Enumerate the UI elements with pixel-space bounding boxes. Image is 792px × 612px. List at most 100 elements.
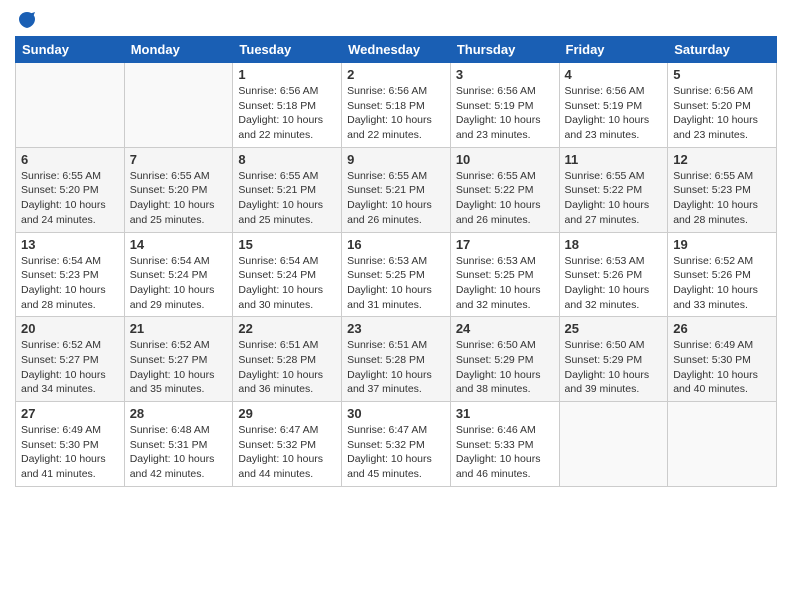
day-cell: 19 Sunrise: 6:52 AM Sunset: 5:26 PM Dayli… — [668, 232, 777, 317]
weekday-header-friday: Friday — [559, 37, 668, 63]
day-number: 13 — [21, 237, 119, 252]
day-info: Sunrise: 6:54 AM Sunset: 5:23 PM Dayligh… — [21, 254, 119, 313]
day-info: Sunrise: 6:47 AM Sunset: 5:32 PM Dayligh… — [347, 423, 445, 482]
day-number: 21 — [130, 321, 228, 336]
weekday-header-monday: Monday — [124, 37, 233, 63]
day-cell: 8 Sunrise: 6:55 AM Sunset: 5:21 PM Daylig… — [233, 147, 342, 232]
day-info: Sunrise: 6:50 AM Sunset: 5:29 PM Dayligh… — [456, 338, 554, 397]
day-cell: 22 Sunrise: 6:51 AM Sunset: 5:28 PM Dayli… — [233, 317, 342, 402]
day-number: 6 — [21, 152, 119, 167]
day-cell: 3 Sunrise: 6:56 AM Sunset: 5:19 PM Daylig… — [450, 63, 559, 148]
day-number: 15 — [238, 237, 336, 252]
week-row-5: 27 Sunrise: 6:49 AM Sunset: 5:30 PM Dayli… — [16, 402, 777, 487]
day-cell: 18Sunrise: 6:53 AM Sunset: 5:26 PM Dayli… — [559, 232, 668, 317]
day-number: 16 — [347, 237, 445, 252]
day-info: Sunrise: 6:47 AM Sunset: 5:32 PM Dayligh… — [238, 423, 336, 482]
day-number: 30 — [347, 406, 445, 421]
day-info: Sunrise: 6:51 AM Sunset: 5:28 PM Dayligh… — [238, 338, 336, 397]
day-cell: 6 Sunrise: 6:55 AM Sunset: 5:20 PM Daylig… — [16, 147, 125, 232]
day-cell: 14 Sunrise: 6:54 AM Sunset: 5:24 PM Dayli… — [124, 232, 233, 317]
day-info: Sunrise: 6:48 AM Sunset: 5:31 PM Dayligh… — [130, 423, 228, 482]
day-info: Sunrise: 6:55 AM Sunset: 5:20 PM Dayligh… — [21, 169, 119, 228]
day-cell: 13 Sunrise: 6:54 AM Sunset: 5:23 PM Dayli… — [16, 232, 125, 317]
day-number: 24 — [456, 321, 554, 336]
weekday-header-wednesday: Wednesday — [342, 37, 451, 63]
day-cell — [16, 63, 125, 148]
day-info: Sunrise: 6:49 AM Sunset: 5:30 PM Dayligh… — [21, 423, 119, 482]
day-info: Sunrise: 6:55 AM Sunset: 5:21 PM Dayligh… — [238, 169, 336, 228]
day-info: Sunrise: 6:54 AM Sunset: 5:24 PM Dayligh… — [238, 254, 336, 313]
day-cell: 26 Sunrise: 6:49 AM Sunset: 5:30 PM Dayli… — [668, 317, 777, 402]
day-cell: 24 Sunrise: 6:50 AM Sunset: 5:29 PM Dayli… — [450, 317, 559, 402]
header — [15, 10, 777, 30]
day-cell: 1Sunrise: 6:56 AM Sunset: 5:18 PM Daylig… — [233, 63, 342, 148]
week-row-4: 20 Sunrise: 6:52 AM Sunset: 5:27 PM Dayli… — [16, 317, 777, 402]
day-info: Sunrise: 6:50 AM Sunset: 5:29 PM Dayligh… — [565, 338, 663, 397]
day-number: 1 — [238, 67, 336, 82]
week-row-3: 13 Sunrise: 6:54 AM Sunset: 5:23 PM Dayli… — [16, 232, 777, 317]
logo-bird-icon — [17, 10, 37, 30]
day-info: Sunrise: 6:53 AM Sunset: 5:25 PM Dayligh… — [347, 254, 445, 313]
day-cell: 21 Sunrise: 6:52 AM Sunset: 5:27 PM Dayli… — [124, 317, 233, 402]
day-number: 27 — [21, 406, 119, 421]
day-cell: 7Sunrise: 6:55 AM Sunset: 5:20 PM Daylig… — [124, 147, 233, 232]
day-info: Sunrise: 6:49 AM Sunset: 5:30 PM Dayligh… — [673, 338, 771, 397]
day-info: Sunrise: 6:53 AM Sunset: 5:25 PM Dayligh… — [456, 254, 554, 313]
day-info: Sunrise: 6:55 AM Sunset: 5:20 PM Dayligh… — [130, 169, 228, 228]
day-number: 17 — [456, 237, 554, 252]
day-number: 18 — [565, 237, 663, 252]
day-info: Sunrise: 6:52 AM Sunset: 5:27 PM Dayligh… — [130, 338, 228, 397]
day-cell: 15 Sunrise: 6:54 AM Sunset: 5:24 PM Dayli… — [233, 232, 342, 317]
day-cell: 2 Sunrise: 6:56 AM Sunset: 5:18 PM Daylig… — [342, 63, 451, 148]
weekday-header-tuesday: Tuesday — [233, 37, 342, 63]
day-info: Sunrise: 6:52 AM Sunset: 5:27 PM Dayligh… — [21, 338, 119, 397]
week-row-2: 6 Sunrise: 6:55 AM Sunset: 5:20 PM Daylig… — [16, 147, 777, 232]
weekday-header-row: SundayMondayTuesdayWednesdayThursdayFrid… — [16, 37, 777, 63]
day-info: Sunrise: 6:56 AM Sunset: 5:19 PM Dayligh… — [456, 84, 554, 143]
day-number: 8 — [238, 152, 336, 167]
day-number: 12 — [673, 152, 771, 167]
day-cell: 4Sunrise: 6:56 AM Sunset: 5:19 PM Daylig… — [559, 63, 668, 148]
day-number: 31 — [456, 406, 554, 421]
day-cell: 28 Sunrise: 6:48 AM Sunset: 5:31 PM Dayli… — [124, 402, 233, 487]
day-number: 19 — [673, 237, 771, 252]
day-number: 22 — [238, 321, 336, 336]
day-cell: 25Sunrise: 6:50 AM Sunset: 5:29 PM Dayli… — [559, 317, 668, 402]
day-cell: 5Sunrise: 6:56 AM Sunset: 5:20 PM Daylig… — [668, 63, 777, 148]
day-info: Sunrise: 6:55 AM Sunset: 5:21 PM Dayligh… — [347, 169, 445, 228]
day-number: 14 — [130, 237, 228, 252]
day-cell — [559, 402, 668, 487]
day-number: 29 — [238, 406, 336, 421]
day-info: Sunrise: 6:54 AM Sunset: 5:24 PM Dayligh… — [130, 254, 228, 313]
day-info: Sunrise: 6:52 AM Sunset: 5:26 PM Dayligh… — [673, 254, 771, 313]
day-info: Sunrise: 6:51 AM Sunset: 5:28 PM Dayligh… — [347, 338, 445, 397]
day-cell: 12 Sunrise: 6:55 AM Sunset: 5:23 PM Dayli… — [668, 147, 777, 232]
day-cell: 20 Sunrise: 6:52 AM Sunset: 5:27 PM Dayli… — [16, 317, 125, 402]
day-cell: 30 Sunrise: 6:47 AM Sunset: 5:32 PM Dayli… — [342, 402, 451, 487]
calendar: SundayMondayTuesdayWednesdayThursdayFrid… — [15, 36, 777, 487]
day-number: 26 — [673, 321, 771, 336]
day-cell: 27 Sunrise: 6:49 AM Sunset: 5:30 PM Dayli… — [16, 402, 125, 487]
day-info: Sunrise: 6:55 AM Sunset: 5:22 PM Dayligh… — [565, 169, 663, 228]
page: SundayMondayTuesdayWednesdayThursdayFrid… — [0, 0, 792, 497]
day-info: Sunrise: 6:56 AM Sunset: 5:20 PM Dayligh… — [673, 84, 771, 143]
day-info: Sunrise: 6:56 AM Sunset: 5:18 PM Dayligh… — [347, 84, 445, 143]
day-cell: 31Sunrise: 6:46 AM Sunset: 5:33 PM Dayli… — [450, 402, 559, 487]
day-cell: 9Sunrise: 6:55 AM Sunset: 5:21 PM Daylig… — [342, 147, 451, 232]
day-cell: 29 Sunrise: 6:47 AM Sunset: 5:32 PM Dayli… — [233, 402, 342, 487]
day-cell — [124, 63, 233, 148]
day-number: 2 — [347, 67, 445, 82]
day-number: 11 — [565, 152, 663, 167]
weekday-header-sunday: Sunday — [16, 37, 125, 63]
day-info: Sunrise: 6:56 AM Sunset: 5:19 PM Dayligh… — [565, 84, 663, 143]
day-info: Sunrise: 6:55 AM Sunset: 5:23 PM Dayligh… — [673, 169, 771, 228]
day-number: 20 — [21, 321, 119, 336]
day-info: Sunrise: 6:55 AM Sunset: 5:22 PM Dayligh… — [456, 169, 554, 228]
day-cell: 23Sunrise: 6:51 AM Sunset: 5:28 PM Dayli… — [342, 317, 451, 402]
logo — [15, 10, 37, 30]
day-cell: 10 Sunrise: 6:55 AM Sunset: 5:22 PM Dayli… — [450, 147, 559, 232]
day-cell: 16 Sunrise: 6:53 AM Sunset: 5:25 PM Dayli… — [342, 232, 451, 317]
day-number: 3 — [456, 67, 554, 82]
day-number: 10 — [456, 152, 554, 167]
day-number: 28 — [130, 406, 228, 421]
